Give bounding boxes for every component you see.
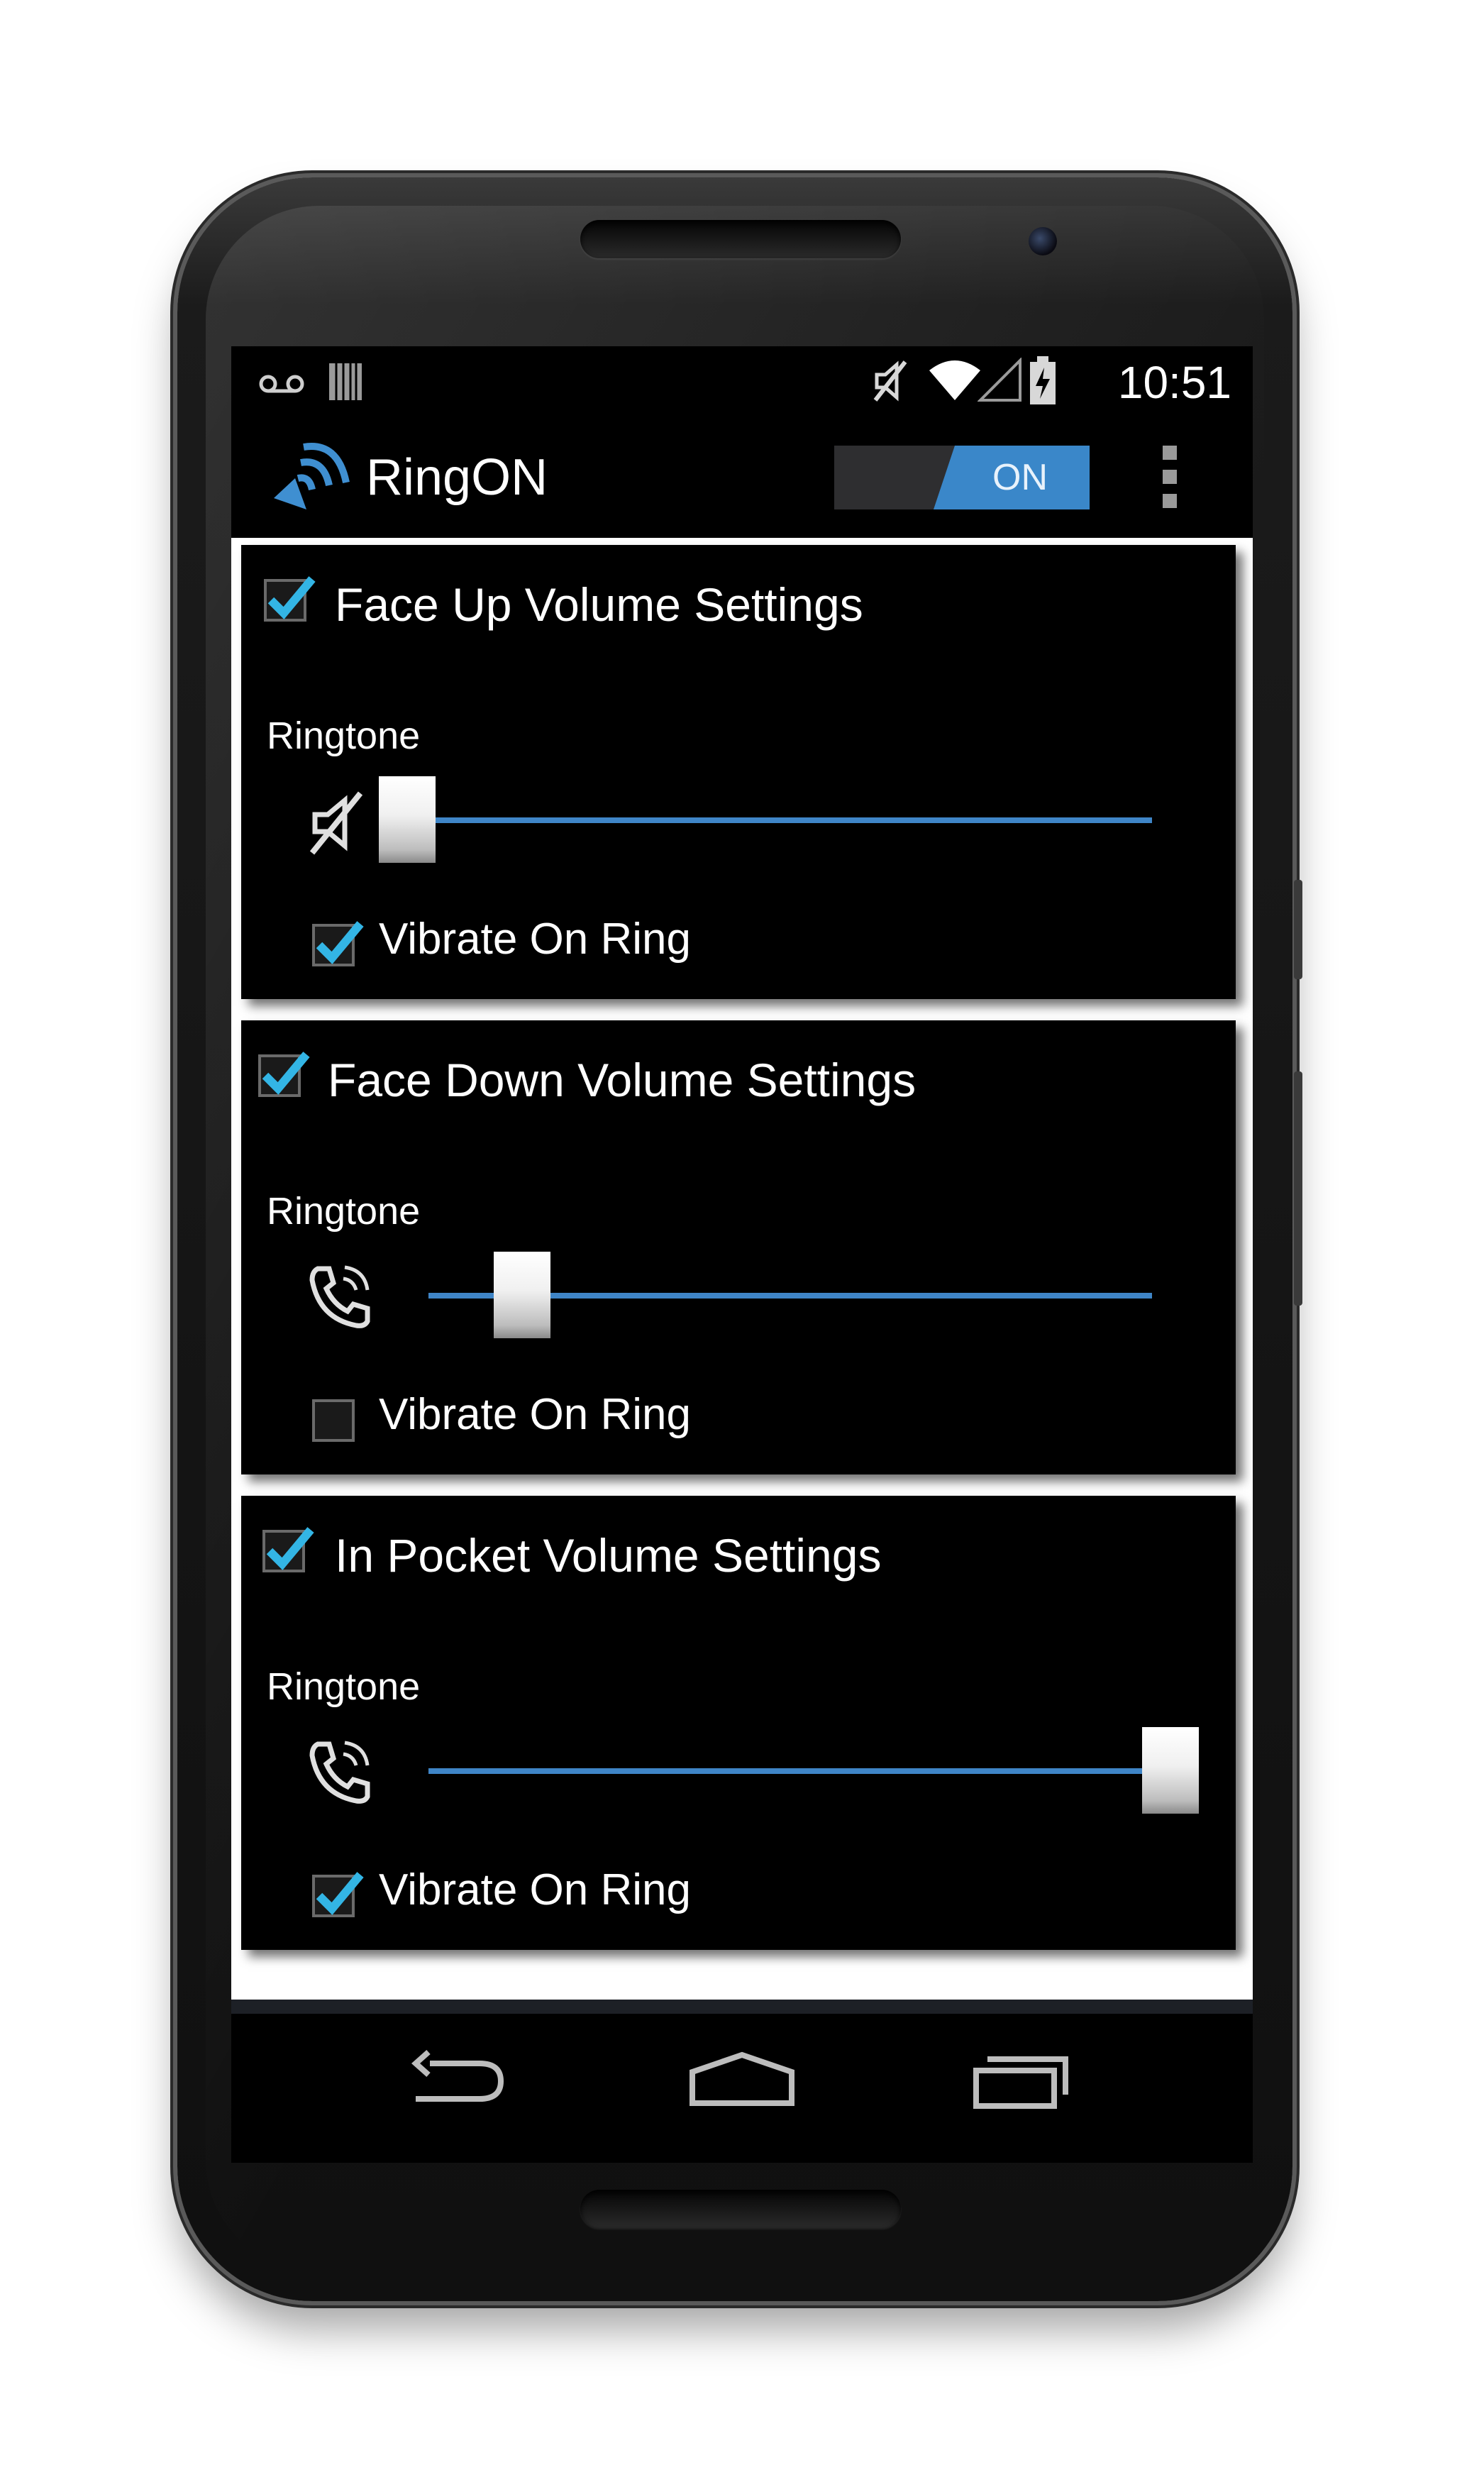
app-title: RingON bbox=[366, 449, 548, 506]
navigation-bar bbox=[231, 2000, 1253, 2163]
ringtone-slider-track[interactable] bbox=[428, 817, 1152, 823]
settings-list: Face Up Volume Settings Ringtone Vibrate… bbox=[231, 538, 1253, 2000]
voicemail-icon bbox=[259, 375, 304, 393]
action-bar: RingON ON bbox=[231, 417, 1253, 538]
checkmark-icon bbox=[266, 1527, 314, 1570]
ringtone-label: Ringtone bbox=[267, 715, 421, 757]
master-toggle[interactable]: ON bbox=[834, 446, 1090, 509]
volume-rocker bbox=[1294, 1071, 1302, 1306]
ringtone-label: Ringtone bbox=[267, 1665, 421, 1708]
checkmark-icon bbox=[316, 921, 364, 964]
vibrate-label: Vibrate On Ring bbox=[379, 1390, 691, 1439]
vibrate-checkbox[interactable] bbox=[312, 921, 364, 966]
vibrate-label: Vibrate On Ring bbox=[379, 1865, 691, 1914]
speaker-waves-icon bbox=[274, 443, 350, 509]
ringtone-slider-thumb[interactable] bbox=[379, 776, 436, 863]
ringtone-label: Ringtone bbox=[267, 1190, 421, 1233]
battery-charging-icon bbox=[1030, 356, 1056, 404]
status-bar: 10:51 bbox=[231, 346, 1253, 417]
card-title: In Pocket Volume Settings bbox=[335, 1529, 882, 1582]
recents-icon[interactable] bbox=[969, 2042, 1075, 2113]
face-down-enable-checkbox[interactable] bbox=[258, 1052, 310, 1097]
in-pocket-card: In Pocket Volume Settings Ringtone Vibra… bbox=[241, 1496, 1236, 1950]
ringing-phone-icon bbox=[309, 1741, 370, 1804]
wifi-icon bbox=[929, 360, 980, 400]
home-icon[interactable] bbox=[685, 2042, 799, 2113]
more-vert-icon[interactable] bbox=[1163, 446, 1177, 509]
muted-speaker-icon bbox=[309, 791, 363, 855]
earpiece-speaker bbox=[580, 220, 901, 258]
card-title: Face Down Volume Settings bbox=[328, 1054, 917, 1106]
ringtone-slider-thumb[interactable] bbox=[494, 1252, 550, 1338]
checkmark-icon bbox=[262, 1052, 310, 1095]
sim-card-icon bbox=[329, 363, 362, 400]
screen: 10:51 RingON ON Face Up Volume Settings … bbox=[231, 346, 1253, 2163]
card-title: Face Up Volume Settings bbox=[335, 578, 863, 631]
ringtone-slider-thumb[interactable] bbox=[1142, 1727, 1199, 1814]
signal-icon bbox=[978, 358, 1021, 402]
vibrate-label: Vibrate On Ring bbox=[379, 915, 691, 964]
mute-icon bbox=[873, 360, 907, 402]
vibrate-checkbox[interactable] bbox=[312, 1399, 355, 1442]
power-button bbox=[1294, 880, 1302, 979]
status-time: 10:51 bbox=[1117, 357, 1231, 408]
checkmark-icon bbox=[316, 1872, 364, 1915]
bottom-speaker bbox=[580, 2190, 901, 2228]
checkmark-icon bbox=[267, 576, 316, 619]
face-up-card: Face Up Volume Settings Ringtone Vibrate… bbox=[241, 545, 1236, 999]
back-icon[interactable] bbox=[409, 2042, 508, 2113]
vibrate-checkbox[interactable] bbox=[312, 1872, 364, 1917]
in-pocket-enable-checkbox[interactable] bbox=[262, 1527, 314, 1572]
front-camera bbox=[1029, 227, 1057, 255]
ringtone-slider-track[interactable] bbox=[428, 1768, 1152, 1774]
face-up-enable-checkbox[interactable] bbox=[264, 576, 316, 622]
ringing-phone-icon bbox=[309, 1265, 370, 1328]
toggle-on-label: ON bbox=[934, 446, 1090, 509]
face-down-card: Face Down Volume Settings Ringtone Vibra… bbox=[241, 1020, 1236, 1474]
